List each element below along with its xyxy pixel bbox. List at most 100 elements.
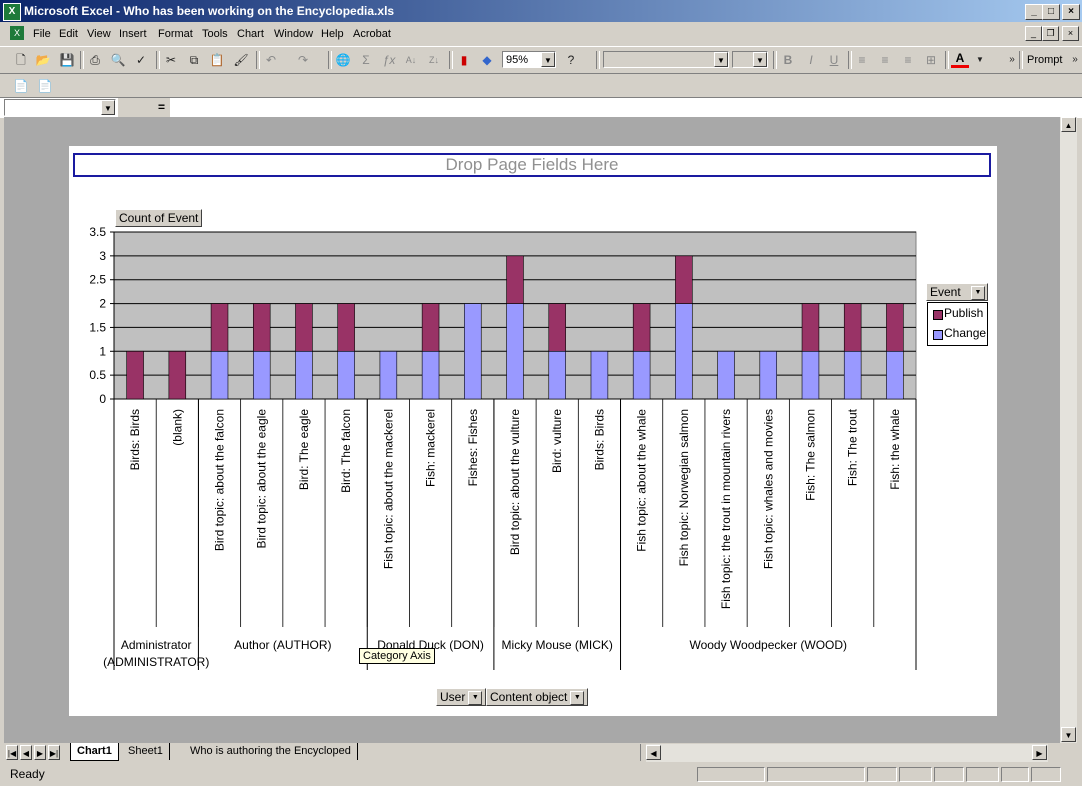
vertical-scrollbar[interactable]: ▲ ▼: [1060, 117, 1077, 743]
bar-publish: [295, 303, 313, 352]
sort-descending-icon[interactable]: Z↓: [425, 51, 443, 69]
menu-insert[interactable]: Insert: [119, 28, 147, 40]
menu-format[interactable]: Format: [158, 28, 193, 40]
italic-icon[interactable]: I: [802, 51, 820, 69]
scroll-up-icon[interactable]: ▲: [1061, 117, 1076, 132]
hyperlink-icon[interactable]: 🌐: [334, 51, 352, 69]
prompt-button[interactable]: Prompt: [1027, 54, 1062, 66]
bold-icon[interactable]: B: [779, 51, 797, 69]
category-label: Bird topic: about the vulture: [508, 409, 522, 555]
scroll-right-icon[interactable]: ▶: [1032, 745, 1047, 760]
status-panel: [1001, 767, 1029, 782]
menu-window[interactable]: Window: [274, 28, 313, 40]
open-icon[interactable]: 📂: [34, 51, 52, 69]
chevron-down-icon[interactable]: ▼: [971, 51, 989, 69]
function-icon[interactable]: ƒx: [380, 51, 398, 69]
font-size-select[interactable]: ▼: [732, 51, 768, 68]
data-field-button[interactable]: Count of Event: [115, 209, 203, 227]
workbook-icon[interactable]: X: [10, 26, 24, 40]
format-painter-icon[interactable]: 🖌: [232, 51, 250, 69]
formula-input[interactable]: [172, 99, 1078, 116]
prev-sheet-icon[interactable]: ◀: [20, 745, 32, 760]
close-button[interactable]: ×: [1062, 4, 1080, 20]
undo-icon[interactable]: ↶: [262, 51, 280, 69]
zoom-select[interactable]: 95% ▼: [502, 51, 556, 68]
status-text: Ready: [10, 767, 45, 781]
chevron-down-icon[interactable]: ▼: [541, 52, 555, 67]
maximize-button[interactable]: □: [1042, 4, 1060, 20]
chevron-down-icon[interactable]: ▼: [753, 52, 767, 67]
font-color-icon[interactable]: A: [951, 51, 969, 68]
chart-wizard-icon[interactable]: ▮: [455, 51, 473, 69]
bar-change: [675, 303, 693, 400]
bar-change: [252, 350, 271, 400]
group-label: Administrator (ADMINISTRATOR): [103, 638, 209, 669]
chart-area[interactable]: 0 0.5 1 1.5 2 2.5 3 3.5 Birds: Birds (blank) Bird …: [69, 146, 997, 716]
menu-tools[interactable]: Tools: [202, 28, 228, 40]
pdf-convert-icon[interactable]: 📄: [12, 77, 30, 95]
bar-change: [843, 350, 862, 400]
workbook-restore-button[interactable]: ❐: [1042, 26, 1059, 41]
cut-icon[interactable]: ✂: [162, 51, 180, 69]
copy-icon[interactable]: ⧉: [185, 51, 203, 69]
tab-sheet1[interactable]: Sheet1: [122, 743, 170, 760]
scroll-left-icon[interactable]: ◀: [646, 745, 661, 760]
align-center-icon[interactable]: ≡: [876, 51, 894, 69]
scroll-down-icon[interactable]: ▼: [1061, 727, 1076, 742]
align-left-icon[interactable]: ≡: [853, 51, 871, 69]
new-icon[interactable]: 🗋: [12, 51, 30, 69]
drawing-icon[interactable]: ◆: [478, 51, 496, 69]
underline-icon[interactable]: U: [825, 51, 843, 69]
next-sheet-icon[interactable]: ▶: [34, 745, 46, 760]
name-box[interactable]: ▼: [4, 99, 116, 116]
group-label: Woody Woodpecker (WOOD): [689, 638, 847, 652]
sort-ascending-icon[interactable]: A↓: [402, 51, 420, 69]
minimize-button[interactable]: _: [1025, 4, 1043, 20]
chevron-down-icon[interactable]: ▼: [570, 690, 585, 705]
tab-chart1[interactable]: Chart1: [70, 743, 119, 761]
pivot-chart[interactable]: 0 0.5 1 1.5 2 2.5 3 3.5 Birds: Birds (blank) Bird …: [69, 146, 997, 716]
spelling-icon[interactable]: ✓: [132, 51, 150, 69]
toolbar-options-icon[interactable]: »: [1066, 51, 1082, 69]
user-field-button[interactable]: User ▼: [436, 688, 487, 706]
legend[interactable]: Publish Change: [927, 302, 988, 346]
content-object-field-button[interactable]: Content object ▼: [486, 688, 589, 706]
chevron-down-icon[interactable]: ▼: [101, 100, 115, 115]
last-sheet-icon[interactable]: ▶|: [48, 745, 60, 760]
menu-view[interactable]: View: [87, 28, 111, 40]
workbook-minimize-button[interactable]: _: [1025, 26, 1042, 41]
merge-center-icon[interactable]: ⊞: [922, 51, 940, 69]
chevron-down-icon[interactable]: ▼: [971, 286, 985, 300]
excel-icon[interactable]: X: [3, 3, 21, 21]
menu-file[interactable]: File: [33, 28, 51, 40]
help-icon[interactable]: ?: [562, 51, 580, 69]
menu-acrobat[interactable]: Acrobat: [353, 28, 391, 40]
workbook-close-button[interactable]: ×: [1062, 26, 1079, 41]
menu-chart[interactable]: Chart: [237, 28, 264, 40]
print-icon[interactable]: ⎙: [86, 51, 104, 69]
bar-publish: [252, 303, 271, 352]
pdf-email-icon[interactable]: 📄: [36, 77, 54, 95]
category-label: Fish topic: the trout in mountain rivers: [719, 409, 733, 609]
paste-icon[interactable]: 📋: [208, 51, 226, 69]
chevron-down-icon[interactable]: ▼: [468, 690, 483, 705]
category-label: Fish topic: whales and movies: [761, 409, 775, 569]
align-right-icon[interactable]: ≡: [899, 51, 917, 69]
autosum-icon[interactable]: Σ: [357, 51, 375, 69]
drop-page-fields-zone[interactable]: Drop Page Fields Here: [73, 153, 991, 177]
save-icon[interactable]: 💾: [58, 51, 76, 69]
chevron-down-icon[interactable]: ▼: [714, 52, 728, 67]
category-label: Bird: vulture: [550, 409, 564, 473]
horizontal-scrollbar[interactable]: ◀ ▶: [646, 744, 1048, 762]
menu-help[interactable]: Help: [321, 28, 344, 40]
tab-who-is-authoring[interactable]: Who is authoring the Encycloped: [184, 743, 358, 760]
menu-edit[interactable]: Edit: [59, 28, 78, 40]
redo-icon[interactable]: ↷: [294, 51, 312, 69]
first-sheet-icon[interactable]: |◀: [6, 745, 18, 760]
font-name-select[interactable]: ▼: [603, 51, 729, 68]
plot-layer: 0 0.5 1 1.5 2 2.5 3 3.5 Birds: Birds (blank) Bird …: [89, 225, 917, 670]
legend-field-button[interactable]: Event ▼: [926, 283, 988, 301]
print-preview-icon[interactable]: 🔍: [109, 51, 127, 69]
title-bar: X Microsoft Excel - Who has been working…: [0, 0, 1082, 22]
legend-label-publish: Publish: [944, 306, 984, 320]
